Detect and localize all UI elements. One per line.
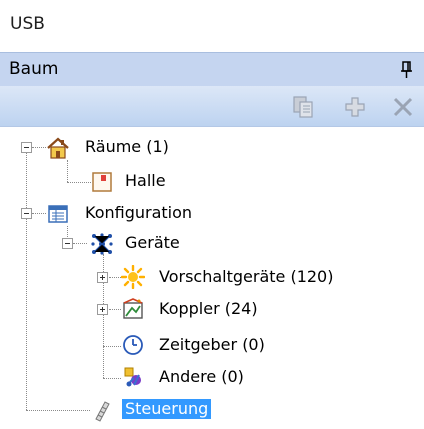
expand-toggle[interactable] — [97, 272, 108, 283]
panel-title: Baum — [9, 59, 59, 79]
tree-node-steuerung[interactable]: Steuerung — [0, 396, 260, 424]
delete-icon[interactable] — [390, 94, 416, 120]
coupler-icon — [123, 298, 143, 319]
tree-label-vorschaltgeraete: Vorschaltgeräte (120) — [159, 267, 334, 286]
tree-label-raeume: Räume (1) — [85, 137, 169, 156]
tree-toolbar — [0, 86, 424, 127]
tree-node-zeitgeber[interactable]: Zeitgeber (0) — [0, 332, 300, 360]
tree-label-zeitgeber: Zeitgeber (0) — [159, 335, 265, 354]
tree-node-andere[interactable]: Andere (0) — [0, 364, 300, 392]
window-title: USB — [10, 14, 45, 34]
tree-node-vorschaltgeraete[interactable]: Vorschaltgeräte (120) — [0, 264, 400, 292]
devices-icon — [91, 233, 113, 255]
copy-icon[interactable] — [290, 94, 316, 120]
tree-view: Räume (1) Halle Konfiguration Geräte Vor… — [0, 128, 424, 429]
tree-node-koppler[interactable]: Koppler (24) — [0, 296, 300, 324]
house-icon — [47, 137, 69, 159]
control-icon — [95, 401, 110, 422]
tree-node-konfiguration[interactable]: Konfiguration — [0, 200, 240, 228]
configuration-icon — [48, 205, 68, 223]
tree-label-andere: Andere (0) — [159, 367, 244, 386]
add-icon[interactable] — [342, 94, 368, 120]
tree-node-halle[interactable]: Halle — [0, 168, 200, 196]
collapse-toggle[interactable] — [21, 208, 32, 219]
lamp-sun-icon — [121, 265, 145, 289]
tree-label-geraete: Geräte — [125, 233, 180, 252]
pin-icon[interactable] — [399, 60, 415, 80]
collapse-toggle[interactable] — [62, 238, 73, 249]
room-icon — [92, 172, 112, 192]
clock-icon — [123, 335, 143, 355]
expand-toggle[interactable] — [97, 304, 108, 315]
tree-node-geraete[interactable]: Geräte — [0, 230, 200, 258]
tree-label-halle: Halle — [125, 171, 166, 190]
collapse-toggle[interactable] — [21, 142, 32, 153]
tree-label-steuerung: Steuerung — [122, 399, 212, 419]
other-devices-icon — [124, 367, 141, 387]
window-title-bar: USB — [0, 0, 424, 52]
panel-header: Baum — [0, 52, 424, 86]
tree-node-raeume[interactable]: Räume (1) — [0, 134, 220, 162]
tree-label-koppler: Koppler (24) — [159, 299, 258, 318]
tree-label-konfiguration: Konfiguration — [85, 203, 193, 222]
